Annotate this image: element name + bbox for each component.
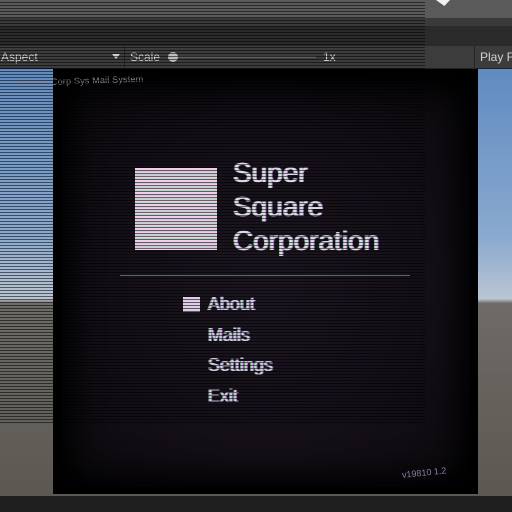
company-line-1: Super bbox=[233, 157, 308, 188]
square-logo-icon bbox=[135, 168, 217, 250]
game-view-toolbar: Aspect Scale 1x Play F bbox=[0, 45, 512, 69]
crt-screen bbox=[53, 69, 478, 494]
scale-label: Scale bbox=[130, 50, 161, 64]
scale-slider-track[interactable] bbox=[170, 56, 316, 58]
scale-slider-handle[interactable] bbox=[168, 52, 178, 62]
play-focused-button[interactable]: Play F bbox=[474, 46, 512, 68]
menu-item-mails[interactable]: Mails bbox=[208, 324, 250, 346]
chevron-down-icon bbox=[112, 54, 120, 59]
company-line-3: Corporation bbox=[233, 225, 380, 256]
company-line-2: Square bbox=[233, 191, 324, 222]
crt-display bbox=[61, 79, 470, 487]
menu-item-settings[interactable]: Settings bbox=[208, 354, 273, 376]
scale-value: 1x bbox=[323, 50, 336, 64]
aspect-dropdown[interactable]: Aspect bbox=[0, 46, 125, 68]
mouse-pointer-icon bbox=[436, 0, 450, 6]
menu-item-exit[interactable]: Exit bbox=[208, 385, 238, 407]
company-name: Super Square Corporation bbox=[233, 156, 379, 258]
menu-item-about[interactable]: About bbox=[208, 293, 255, 315]
editor-top-strip bbox=[0, 0, 512, 26]
block-cursor-icon bbox=[183, 297, 200, 312]
aspect-label: Aspect bbox=[1, 50, 38, 64]
divider bbox=[120, 275, 410, 276]
bottom-strip bbox=[0, 496, 512, 512]
